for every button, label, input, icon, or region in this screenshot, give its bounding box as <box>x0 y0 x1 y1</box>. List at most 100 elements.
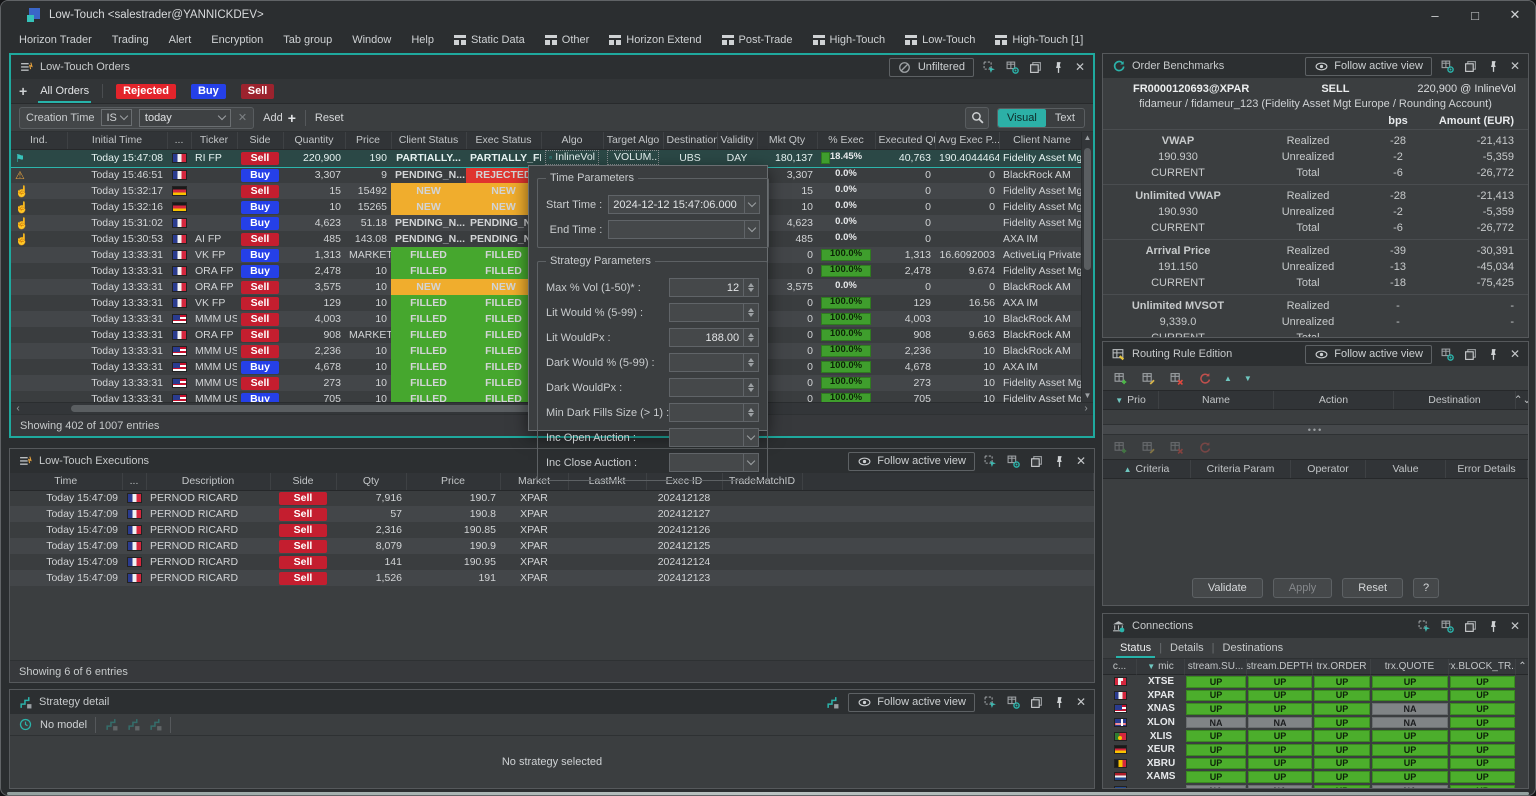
menu-item[interactable]: Tab group <box>273 32 342 48</box>
visual-toggle[interactable]: Visual <box>998 108 1046 127</box>
start-time-dropdown-icon[interactable] <box>745 195 761 214</box>
pin-icon[interactable] <box>1053 454 1067 468</box>
maximize-button[interactable]: □ <box>1455 1 1495 29</box>
menu-module-item[interactable]: Other <box>535 32 600 48</box>
strategy-stop-icon[interactable] <box>148 718 162 732</box>
pin-icon[interactable] <box>1487 619 1501 633</box>
filter-value-select[interactable]: today <box>138 108 231 127</box>
connections-tab-destinations[interactable]: Destinations <box>1215 638 1292 658</box>
dropdown-icon[interactable] <box>744 428 760 447</box>
delete-rule-icon[interactable] <box>1168 371 1184 385</box>
rules-scroll-arrows[interactable]: ⌃⌄ <box>1516 391 1528 409</box>
param-input[interactable] <box>669 353 745 372</box>
view-settings-icon[interactable] <box>1007 454 1021 468</box>
column-header[interactable]: Destination <box>663 132 718 150</box>
view-settings-icon[interactable] <box>1007 695 1021 709</box>
orders-vertical-scrollbar[interactable]: ▲ ▼ <box>1081 132 1093 402</box>
move-down-icon[interactable]: ▼ <box>1244 374 1252 383</box>
menu-module-item[interactable]: Low-Touch <box>895 32 985 48</box>
follow-active-view-button[interactable]: Follow active view <box>848 451 975 471</box>
column-header[interactable]: Qty <box>336 473 407 491</box>
undo-criteria-icon[interactable] <box>1196 440 1212 454</box>
duplicate-view-icon[interactable] <box>1464 619 1478 633</box>
select-view-icon[interactable] <box>1418 619 1432 633</box>
column-header[interactable]: Target Algo <box>603 132 664 150</box>
move-up-icon[interactable]: ▲ <box>1224 374 1232 383</box>
column-header[interactable]: Quantity <box>283 132 346 150</box>
connections-column-header[interactable]: stream.DEPTH <box>1247 659 1313 675</box>
close-panel-icon[interactable]: ✕ <box>1510 347 1520 361</box>
duplicate-view-icon[interactable] <box>1029 60 1043 74</box>
param-input[interactable]: 188.00 <box>669 328 745 347</box>
pin-icon[interactable] <box>1053 695 1067 709</box>
filter-operator-select[interactable]: IS <box>101 109 132 126</box>
strategy-play-icon[interactable] <box>126 718 140 732</box>
reset-button[interactable]: Reset <box>1342 578 1404 598</box>
menu-item[interactable]: Trading <box>102 32 159 48</box>
rules-column-header[interactable]: Destination <box>1394 391 1516 409</box>
close-panel-icon[interactable]: ✕ <box>1510 59 1520 73</box>
view-settings-icon[interactable] <box>1441 347 1455 361</box>
menu-item[interactable]: Alert <box>159 32 202 48</box>
menu-item[interactable]: Horizon Trader <box>9 32 102 48</box>
rules-column-header[interactable]: ▼ Prio <box>1103 391 1159 409</box>
column-header[interactable]: ... <box>122 473 147 491</box>
select-view-icon[interactable] <box>984 454 998 468</box>
delete-criteria-icon[interactable] <box>1168 440 1184 454</box>
filter-chip-creation-time[interactable]: Creation Time IS today ✕ <box>19 106 255 129</box>
column-header[interactable]: Executed Qty <box>875 132 936 150</box>
menu-module-item[interactable]: High-Touch [1] <box>985 32 1093 48</box>
validate-button[interactable]: Validate <box>1191 578 1263 598</box>
follow-active-view-button[interactable]: Follow active view <box>1305 344 1432 364</box>
rules-column-header[interactable]: Action <box>1274 391 1394 409</box>
add-criteria-icon[interactable] <box>1112 440 1128 454</box>
spinner-icon[interactable] <box>744 403 760 422</box>
column-header[interactable]: Exec Status <box>466 132 542 150</box>
column-header[interactable]: Avg Exec P... <box>935 132 1000 150</box>
view-settings-icon[interactable] <box>1441 59 1455 73</box>
reset-filter-button[interactable]: Reset <box>315 112 344 124</box>
param-input[interactable] <box>669 403 745 422</box>
apply-button[interactable]: Apply <box>1272 578 1333 598</box>
connections-column-header[interactable]: ▼ mic <box>1137 659 1185 675</box>
menu-module-item[interactable]: Static Data <box>444 32 535 48</box>
column-header[interactable]: Price <box>406 473 501 491</box>
connection-row[interactable]: XLIS UP UP UP UP UP <box>1103 729 1528 743</box>
duplicate-view-icon[interactable] <box>1464 347 1478 361</box>
strategy-action-icon[interactable] <box>825 695 839 709</box>
help-button[interactable]: ? <box>1413 578 1440 598</box>
edit-criteria-icon[interactable] <box>1140 440 1156 454</box>
menu-module-item[interactable]: High-Touch <box>803 32 896 48</box>
dropdown-icon[interactable] <box>744 453 760 472</box>
splitter-handle[interactable]: ••• <box>1103 424 1528 435</box>
connection-row[interactable]: XEUR UP UP UP UP UP <box>1103 743 1528 757</box>
connection-row[interactable]: NANAUPNAUP <box>1103 784 1528 788</box>
spinner-icon[interactable] <box>744 378 760 397</box>
criteria-column-header[interactable]: Criteria Param <box>1191 460 1291 478</box>
column-header[interactable]: Price <box>345 132 392 150</box>
param-input[interactable] <box>669 428 745 447</box>
param-input[interactable] <box>669 378 745 397</box>
column-header[interactable]: Ind. <box>11 132 68 150</box>
filter-remove-icon[interactable]: ✕ <box>238 111 247 124</box>
rules-table-body[interactable] <box>1103 410 1528 424</box>
execution-row[interactable]: Today 15:47:09 PERNOD RICARD Sell 8,079 190.… <box>10 538 1094 554</box>
tab-all-orders[interactable]: All Orders <box>38 79 92 103</box>
execution-row[interactable]: Today 15:47:09 PERNOD RICARD Sell 57 190.8 XP… <box>10 506 1094 522</box>
execution-row[interactable]: Today 15:47:09 PERNOD RICARD Sell 141 190.95… <box>10 554 1094 570</box>
connections-column-header[interactable]: trx.QUOTE <box>1371 659 1449 675</box>
add-rule-icon[interactable] <box>1112 371 1128 385</box>
search-button[interactable] <box>965 106 990 129</box>
view-settings-icon[interactable] <box>1441 619 1455 633</box>
param-input[interactable] <box>669 453 745 472</box>
undo-icon[interactable] <box>1196 371 1212 385</box>
menu-item[interactable]: Encryption <box>201 32 273 48</box>
connection-row[interactable]: XPAR UP UP UP UP UP <box>1103 689 1528 703</box>
criteria-column-header[interactable]: Error Details <box>1446 460 1528 478</box>
column-header[interactable]: Description <box>146 473 271 491</box>
connection-row[interactable]: XLON NA NA UP NA UP <box>1103 716 1528 730</box>
connections-column-header[interactable]: c... <box>1103 659 1137 675</box>
tab-buy[interactable]: Buy <box>189 79 228 103</box>
column-header[interactable]: % Exec <box>817 132 876 150</box>
minimize-button[interactable]: – <box>1415 1 1455 29</box>
